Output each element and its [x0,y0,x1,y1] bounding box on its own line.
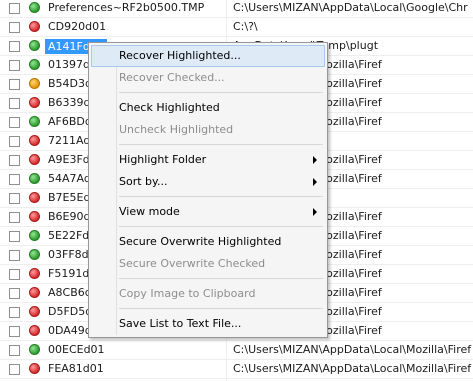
row-checkbox[interactable] [9,364,20,375]
status-red-dot-icon [29,211,40,222]
row-checkbox[interactable] [9,98,20,109]
menu-item-label: Secure Overwrite Checked [119,257,266,270]
menu-item-label: Recover Checked... [119,71,225,84]
table-row[interactable]: FEA81d01 C:\Users\MIZAN\AppData\Local\Moz… [0,360,473,379]
menu-separator [119,144,323,145]
status-red-dot-icon [29,192,40,203]
row-checkbox[interactable] [9,231,20,242]
file-name: 00ECEd01 [48,343,105,356]
status-green-dot-icon [29,249,40,260]
menu-item-view-mode[interactable]: View mode [91,201,325,223]
menu-item-label: Recover Highlighted... [119,49,241,62]
status-green-dot-icon [29,173,40,184]
file-name: CD920d01 [48,20,107,33]
table-row[interactable]: 00ECEd01 C:\Users\MIZAN\AppData\Local\Moz… [0,341,473,360]
status-orange-dot-icon [29,78,40,89]
status-red-dot-icon [29,268,40,279]
menu-item-secure-overwrite-checked: Secure Overwrite Checked [91,253,325,275]
row-checkbox[interactable] [9,193,20,204]
submenu-arrow-icon [313,156,317,164]
menu-item-label: Secure Overwrite Highlighted [119,235,282,248]
menu-item-label: Save List to Text File... [119,317,242,330]
status-green-dot-icon [29,40,40,51]
row-checkbox[interactable] [9,307,20,318]
status-red-dot-icon [29,135,40,146]
menu-item-copy-image: Copy Image to Clipboard [91,283,325,305]
menu-item-save-list[interactable]: Save List to Text File... [91,313,325,335]
status-green-dot-icon [29,344,40,355]
menu-item-check-highlighted[interactable]: Check Highlighted [91,97,325,119]
submenu-arrow-icon [313,178,317,186]
status-red-dot-icon [29,21,40,32]
menu-separator [119,226,323,227]
row-checkbox[interactable] [9,288,20,299]
row-checkbox[interactable] [9,60,20,71]
row-checkbox[interactable] [9,41,20,52]
row-checkbox[interactable] [9,212,20,223]
table-row[interactable]: CD920d01 C:\?\ [0,18,473,37]
menu-item-label: Highlight Folder [119,153,207,166]
menu-separator [119,278,323,279]
row-checkbox[interactable] [9,155,20,166]
row-checkbox[interactable] [9,117,20,128]
status-red-dot-icon [29,306,40,317]
status-red-dot-icon [29,325,40,336]
menu-item-label: Copy Image to Clipboard [119,287,256,300]
row-checkbox[interactable] [9,22,20,33]
file-path: C:\Users\MIZAN\AppData\Local\Mozilla\Fir… [233,362,472,375]
row-checkbox[interactable] [9,326,20,337]
context-menu: Recover Highlighted... Recover Checked..… [88,42,328,338]
menu-item-highlight-folder[interactable]: Highlight Folder [91,149,325,171]
file-path: C:\Users\MIZAN\AppData\Local\Mozilla\Fir… [233,343,472,356]
status-green-dot-icon [29,2,40,13]
status-red-dot-icon [29,287,40,298]
file-path: C:\?\ [233,20,258,33]
row-checkbox[interactable] [9,3,20,14]
row-checkbox[interactable] [9,250,20,261]
file-path: C:\Users\MIZAN\AppData\Local\Google\Chr [233,1,468,14]
menu-item-uncheck-highlighted: Uncheck Highlighted [91,119,325,141]
status-red-dot-icon [29,154,40,165]
menu-separator [119,308,323,309]
menu-item-sort-by[interactable]: Sort by... [91,171,325,193]
menu-item-label: View mode [119,205,180,218]
status-red-dot-icon [29,363,40,374]
menu-item-label: Uncheck Highlighted [119,123,234,136]
status-green-dot-icon [29,116,40,127]
menu-item-recover-checked: Recover Checked... [91,67,325,89]
status-red-dot-icon [29,97,40,108]
row-checkbox[interactable] [9,345,20,356]
status-green-dot-icon [29,230,40,241]
status-green-dot-icon [29,59,40,70]
table-row[interactable]: Preferences~RF2b0500.TMP C:\Users\MIZAN\A… [0,0,473,18]
row-checkbox[interactable] [9,269,20,280]
file-name: Preferences~RF2b0500.TMP [48,1,205,14]
row-checkbox[interactable] [9,79,20,90]
menu-item-label: Sort by... [119,175,168,188]
menu-item-recover-highlighted[interactable]: Recover Highlighted... [91,45,325,67]
row-checkbox[interactable] [9,174,20,185]
menu-item-label: Check Highlighted [119,101,220,114]
menu-separator [119,92,323,93]
menu-item-secure-overwrite-highlighted[interactable]: Secure Overwrite Highlighted [91,231,325,253]
file-name: FEA81d01 [48,362,104,375]
submenu-arrow-icon [313,208,317,216]
row-checkbox[interactable] [9,136,20,147]
menu-separator [119,196,323,197]
